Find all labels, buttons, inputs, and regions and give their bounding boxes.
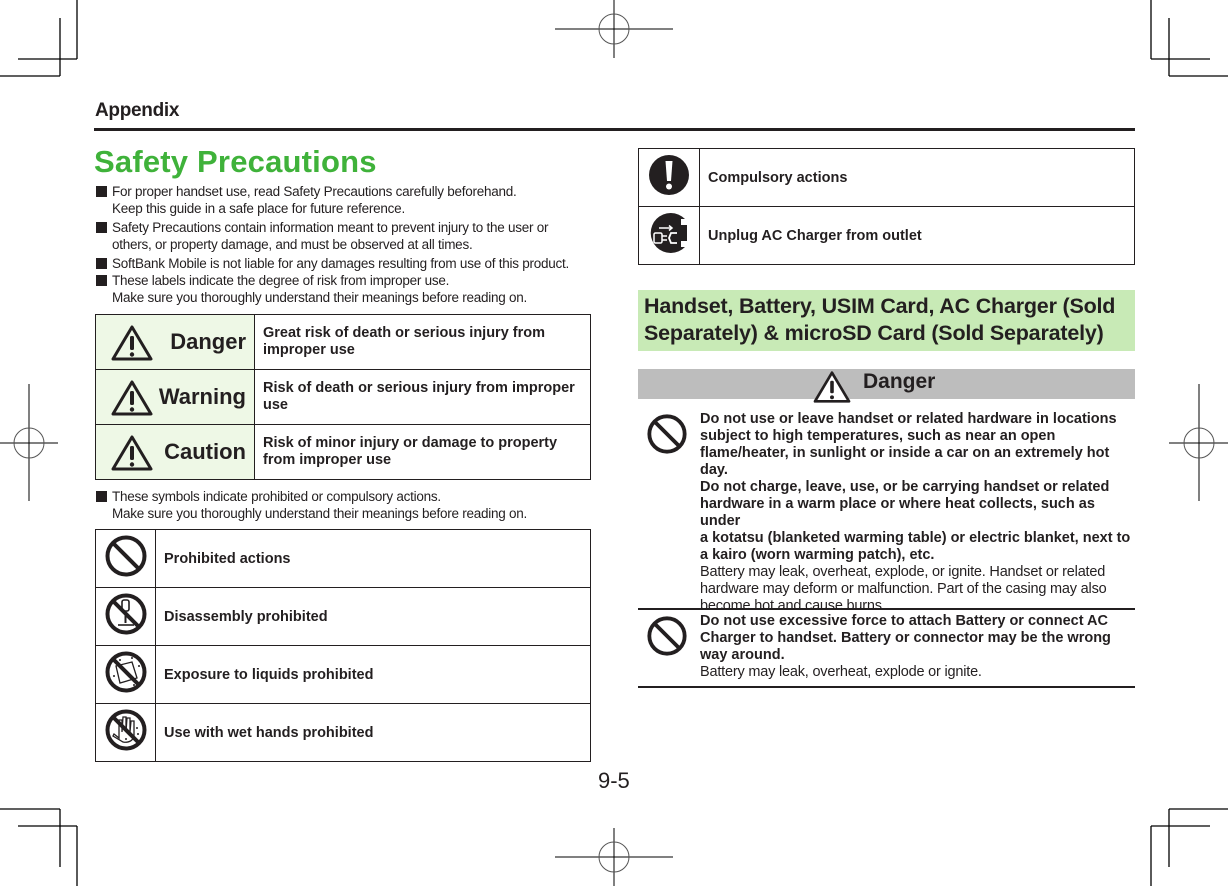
- risk-level-table: Danger Great risk of death or serious in…: [95, 314, 591, 480]
- risk-level-label: Warning: [158, 384, 246, 409]
- risk-description: Great risk of death or serious injury fr…: [254, 314, 591, 370]
- danger-banner-label: Danger: [863, 370, 936, 393]
- symbol-row: Unplug AC Charger from outlet: [638, 206, 1135, 265]
- risk-description: Risk of death or serious injury from imp…: [254, 369, 591, 425]
- symbol-row: Use with wet hands prohibited: [95, 703, 591, 762]
- symbols-bullet: These symbols indicate prohibited or com…: [96, 488, 527, 522]
- bullet-square-icon: [96, 258, 107, 269]
- section-heading: Handset, Battery, USIM Card, AC Charger …: [638, 290, 1135, 351]
- symbol-row: Exposure to liquids prohibited: [95, 645, 591, 704]
- risk-description: Risk of minor injury or damage to proper…: [254, 424, 591, 480]
- symbol-label: Unplug AC Charger from outlet: [699, 206, 1135, 265]
- intro-bullet: For proper handset use, read Safety Prec…: [96, 183, 517, 217]
- risk-row-danger: Danger Great risk of death or serious in…: [95, 314, 591, 370]
- risk-level-label: Danger: [170, 329, 246, 354]
- intro-bullet: Safety Precautions contain information m…: [96, 219, 549, 253]
- symbol-label: Compulsory actions: [699, 148, 1135, 207]
- symbol-row: Disassembly prohibited: [95, 587, 591, 646]
- warning-triangle-icon: [111, 325, 153, 361]
- bullet-square-icon: [96, 186, 107, 197]
- unplug-charger-icon: [650, 213, 687, 253]
- compulsory-icon: [649, 155, 689, 195]
- symbol-label: Disassembly prohibited: [155, 587, 591, 646]
- wet-hands-prohibited-icon: [105, 709, 146, 751]
- bullet-square-icon: [96, 491, 107, 502]
- symbol-label: Exposure to liquids prohibited: [155, 645, 591, 704]
- warning-triangle-icon: [111, 380, 153, 416]
- section-heading-line: Handset, Battery, USIM Card, AC Charger …: [644, 294, 1116, 318]
- bullet-square-icon: [96, 222, 107, 233]
- intro-bullet: SoftBank Mobile is not liable for any da…: [96, 255, 569, 272]
- prohibited-icon: [647, 616, 687, 656]
- bullet-square-icon: [96, 275, 107, 286]
- risk-row-caution: Caution Risk of minor injury or damage t…: [95, 424, 591, 480]
- page-title: Safety Precautions: [94, 144, 377, 179]
- page-number: 9-5: [598, 768, 630, 793]
- liquids-prohibited-icon: [105, 651, 146, 693]
- symbol-row: Compulsory actions: [638, 148, 1135, 207]
- warning-triangle-icon: [813, 371, 851, 403]
- warning-triangle-icon: [111, 435, 153, 471]
- symbol-row: Prohibited actions: [95, 529, 591, 588]
- risk-level-label: Caution: [164, 439, 246, 464]
- prohibited-icon: [105, 535, 146, 577]
- section-label: Appendix: [95, 100, 180, 121]
- symbol-label: Use with wet hands prohibited: [155, 703, 591, 762]
- risk-row-warning: Warning Risk of death or serious injury …: [95, 369, 591, 425]
- symbols-table-continued: Compulsory actions Unplug AC Charger fro…: [638, 148, 1135, 265]
- symbol-label: Prohibited actions: [155, 529, 591, 588]
- item-divider: [638, 686, 1135, 688]
- danger-banner: Danger: [638, 369, 1135, 403]
- item-divider: [638, 608, 1135, 610]
- prohibited-icon: [647, 414, 687, 454]
- symbols-table: Prohibited actions Disassembly prohibite…: [95, 529, 591, 762]
- section-heading-line: Separately) & microSD Card (Sold Separat…: [644, 321, 1104, 345]
- header-rule: [94, 128, 1135, 131]
- danger-item: Do not use excessive force to attach Bat…: [638, 613, 1135, 681]
- danger-item: Do not use or leave handset or related h…: [638, 411, 1135, 615]
- disassembly-prohibited-icon: [105, 593, 146, 635]
- intro-bullet: These labels indicate the degree of risk…: [96, 272, 527, 306]
